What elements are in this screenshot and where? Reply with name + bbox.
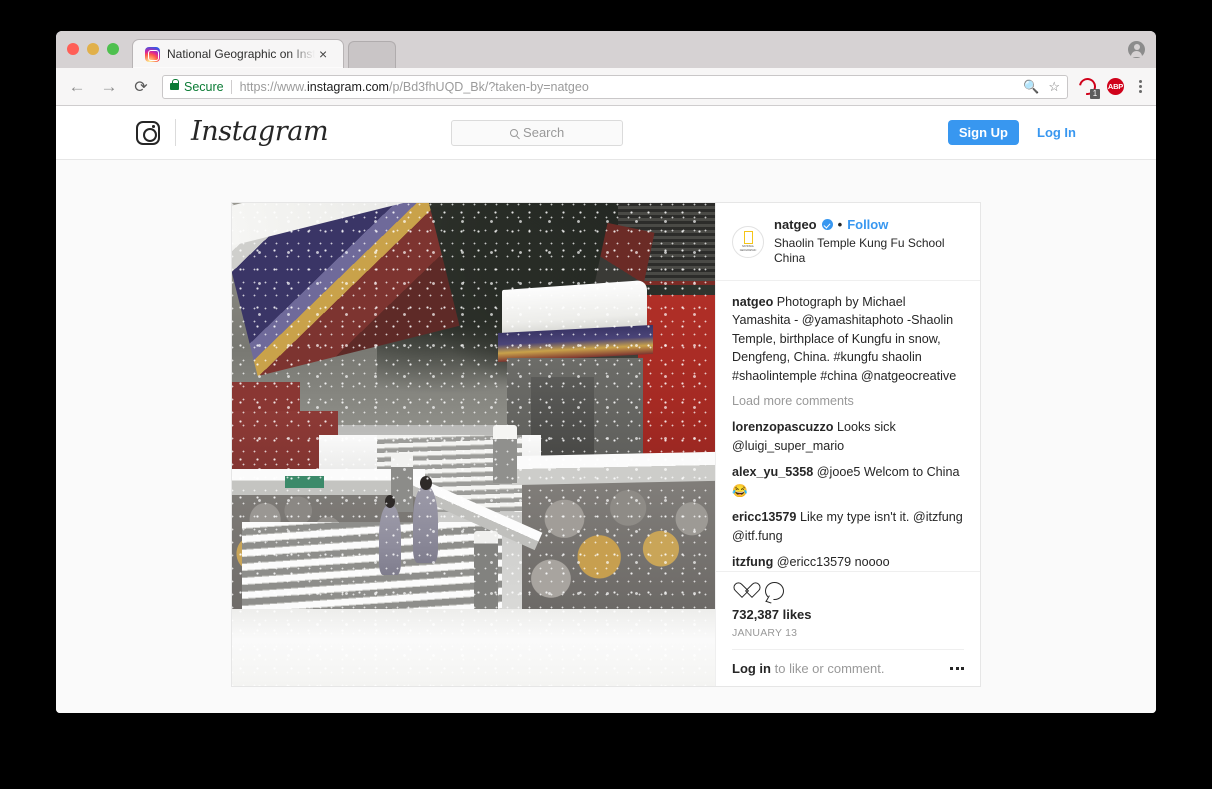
instagram-camera-logo-icon[interactable]: [136, 120, 160, 145]
heart-icon[interactable]: [732, 582, 752, 600]
browser-tab-active[interactable]: National Geographic on Instag ×: [132, 39, 344, 68]
post-author-header: NATIONAL GEOGRAPHIC natgeo • Follow Shao…: [716, 203, 980, 281]
list-item: itzfung @ericc13579 noooo: [732, 553, 964, 571]
login-prompt-bar: Log in to like or comment.: [732, 649, 964, 676]
kebab-dot: [1139, 90, 1142, 93]
caption-author[interactable]: natgeo: [732, 295, 773, 309]
lock-icon: [170, 79, 179, 90]
page-viewport: Instagram Search Sign Up Log In NATIONAL…: [56, 106, 1156, 713]
browser-toolbar: ← → ⟳ Secure https://www.instagram.com/p…: [56, 68, 1156, 106]
post-card: NATIONAL GEOGRAPHIC natgeo • Follow Shao…: [231, 202, 981, 687]
author-username[interactable]: natgeo: [774, 217, 817, 233]
minimize-window-button[interactable]: [87, 43, 99, 55]
reload-button[interactable]: ⟳: [130, 76, 152, 98]
abp-glyph-icon: ABP: [1107, 78, 1124, 95]
comment-author[interactable]: lorenzopascuzzo: [732, 420, 833, 434]
post-photo-canvas: [232, 203, 715, 686]
post-caption: natgeo Photograph by Michael Yamashita -…: [732, 293, 964, 386]
option-dot: [961, 667, 964, 670]
log-in-link[interactable]: Log in: [732, 661, 771, 676]
avatar-top-label: NATIONAL: [742, 245, 754, 249]
browser-tab-title: National Geographic on Instag: [167, 47, 315, 61]
post-location[interactable]: Shaolin Temple Kung Fu School China: [774, 236, 964, 267]
photo-snowfall-overlay: [232, 203, 715, 686]
omnibox-icons: 🔍 ☆: [1015, 79, 1060, 95]
list-item: ericc13579 Like my type isn't it. @itzfu…: [732, 508, 964, 545]
post-comments-scroll[interactable]: natgeo Photograph by Michael Yamashita -…: [716, 281, 980, 571]
option-dot: [950, 667, 953, 670]
search-icon[interactable]: 🔍: [1023, 79, 1039, 95]
url-path: /p/Bd3fhUQD_Bk/?taken-by=natgeo: [388, 79, 589, 94]
logo-divider: [175, 119, 176, 146]
load-more-comments-button[interactable]: Load more comments: [732, 394, 964, 408]
forward-button[interactable]: →: [98, 76, 120, 98]
instagram-navbar: Instagram Search Sign Up Log In: [56, 106, 1156, 160]
avatar[interactable]: NATIONAL GEOGRAPHIC: [732, 225, 764, 258]
comment-author[interactable]: itzfung: [732, 555, 773, 569]
separator-dot: •: [837, 217, 843, 232]
login-prompt-rest: to like or comment.: [771, 661, 885, 676]
navbar-auth-actions: Sign Up Log In: [947, 120, 1078, 145]
close-window-button[interactable]: [67, 43, 79, 55]
post-date: JANUARY 13: [732, 627, 798, 639]
browser-menu-button[interactable]: [1135, 80, 1146, 93]
browser-profile-avatar-icon[interactable]: [1128, 41, 1145, 58]
list-item: lorenzopascuzzo Looks sick @luigi_super_…: [732, 418, 964, 455]
avatar-bottom-label: GEOGRAPHIC: [739, 249, 757, 253]
pocket-badge-count: 1: [1090, 89, 1100, 99]
pocket-extension-icon[interactable]: 1: [1075, 74, 1100, 99]
address-bar-url: https://www.instagram.com/p/Bd3fhUQD_Bk/…: [240, 80, 589, 94]
post-sidebar: NATIONAL GEOGRAPHIC natgeo • Follow Shao…: [715, 203, 980, 686]
search-input[interactable]: Search: [451, 119, 624, 146]
instagram-favicon-icon: [145, 46, 160, 62]
kebab-dot: [1139, 85, 1142, 88]
instagram-wordmark[interactable]: Instagram: [191, 118, 329, 148]
post-footer: 732,387 likes JANUARY 13 Log in to like …: [716, 571, 980, 686]
star-icon[interactable]: ☆: [1048, 79, 1060, 95]
verified-badge-icon: [821, 219, 833, 231]
sign-up-button[interactable]: Sign Up: [947, 120, 1019, 145]
omnibox-divider: [230, 79, 232, 94]
url-scheme: https://www.: [239, 79, 307, 94]
address-bar[interactable]: Secure https://www.instagram.com/p/Bd3fh…: [162, 74, 1068, 99]
search-icon: [510, 128, 519, 137]
window-traffic-lights: [67, 43, 119, 55]
post-photo[interactable]: [232, 203, 715, 686]
desktop-background: National Geographic on Instag × ← → ⟳ Se…: [0, 0, 1212, 789]
speech-bubble-icon[interactable]: [765, 582, 784, 600]
like-count[interactable]: 732,387 likes: [732, 607, 964, 622]
back-button[interactable]: ←: [66, 76, 88, 98]
post-actions: [732, 582, 964, 600]
author-text-block: natgeo • Follow Shaolin Temple Kung Fu S…: [774, 217, 964, 267]
adblock-plus-extension-icon[interactable]: ABP: [1106, 77, 1125, 96]
natgeo-yellow-frame-icon: [743, 231, 753, 245]
author-name-row: natgeo • Follow: [774, 217, 964, 233]
browser-tab-strip: National Geographic on Instag ×: [56, 31, 1156, 68]
close-tab-icon[interactable]: ×: [319, 47, 327, 61]
kebab-dot: [1139, 80, 1142, 83]
post-options-button[interactable]: [950, 667, 964, 670]
browser-tab-inactive[interactable]: [348, 41, 396, 68]
url-host: instagram.com: [307, 79, 389, 94]
comment-text: @ericc13579 noooo: [776, 555, 890, 570]
browser-extensions: 1 ABP: [1075, 74, 1125, 99]
browser-window: National Geographic on Instag × ← → ⟳ Se…: [56, 31, 1156, 713]
comment-author[interactable]: alex_yu_5358: [732, 465, 813, 479]
option-dot: [955, 667, 959, 670]
search-placeholder: Search: [523, 125, 565, 140]
secure-label: Secure: [184, 79, 224, 94]
follow-button[interactable]: Follow: [847, 217, 888, 233]
list-item: alex_yu_5358 @jooe5 Welcom to China😂: [732, 463, 964, 500]
comment-author[interactable]: ericc13579: [732, 510, 796, 524]
login-prompt: Log in to like or comment.: [732, 661, 884, 676]
log-in-link[interactable]: Log In: [1037, 125, 1076, 140]
maximize-window-button[interactable]: [107, 43, 119, 55]
